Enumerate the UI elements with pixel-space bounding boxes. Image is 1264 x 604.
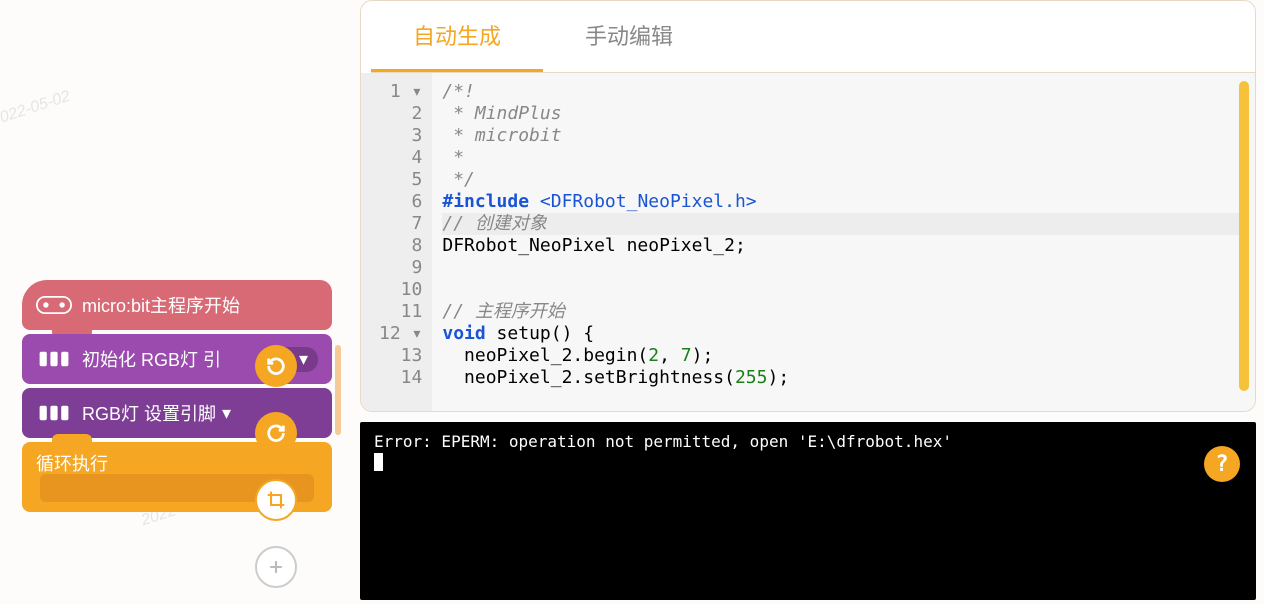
block-label: 初始化 RGB灯 引 <box>82 346 221 372</box>
console-error-line: Error: EPERM: operation not permitted, o… <box>374 432 1242 451</box>
block-label: RGB灯 设置引脚 <box>82 400 216 426</box>
tab-manual-edit[interactable]: 手动编辑 <box>543 1 715 72</box>
code-panel: 自动生成 手动编辑 1 ▾ 2 3 4 5 6 7 8 9 10 11 12 ▾… <box>360 0 1256 412</box>
code-content[interactable]: /*! * MindPlus * microbit * */ #include … <box>432 73 1255 411</box>
chevron-down-icon: ▾ <box>222 403 231 424</box>
block-microbit-start[interactable]: micro:bit主程序开始 <box>22 280 332 330</box>
undo-button[interactable] <box>255 345 297 387</box>
blocks-scrollbar[interactable] <box>335 345 341 435</box>
neopixel-icon <box>36 401 72 425</box>
code-editor[interactable]: 1 ▾ 2 3 4 5 6 7 8 9 10 11 12 ▾ 13 14 /*!… <box>361 73 1255 411</box>
output-console[interactable]: Error: EPERM: operation not permitted, o… <box>360 422 1256 600</box>
microbit-icon <box>36 293 72 317</box>
tab-auto-generate[interactable]: 自动生成 <box>371 1 543 72</box>
neopixel-icon <box>36 347 72 371</box>
editor-scrollbar[interactable] <box>1239 81 1249 391</box>
workspace-tools <box>255 345 297 588</box>
watermark: 2022-05-02 <box>0 88 73 130</box>
block-label: 循环执行 <box>36 450 108 476</box>
line-gutter: 1 ▾ 2 3 4 5 6 7 8 9 10 11 12 ▾ 13 14 <box>361 73 432 411</box>
help-button[interactable]: ? <box>1204 446 1240 482</box>
redo-button[interactable] <box>255 412 297 454</box>
add-button[interactable] <box>255 546 297 588</box>
console-cursor <box>374 453 383 471</box>
crop-button[interactable] <box>255 479 297 521</box>
code-tabs: 自动生成 手动编辑 <box>371 1 1255 73</box>
block-label: micro:bit主程序开始 <box>82 292 240 318</box>
